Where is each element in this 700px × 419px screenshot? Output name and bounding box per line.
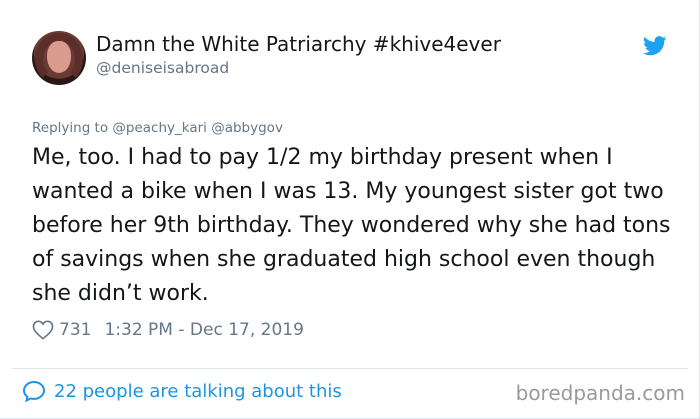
display-name[interactable]: Damn the White Patriarchy #khive4ever bbox=[96, 32, 501, 56]
tweet-card: Damn the White Patriarchy #khive4ever @d… bbox=[0, 0, 700, 419]
heart-icon[interactable] bbox=[32, 320, 54, 340]
talking-label: 22 people are talking about this bbox=[54, 380, 342, 402]
avatar[interactable] bbox=[32, 31, 86, 85]
talking-link[interactable]: 22 people are talking about this bbox=[22, 380, 342, 402]
tweet-text: Me, too. I had to pay 1/2 my birthday pr… bbox=[32, 145, 671, 306]
tweet-meta: 731 1:32 PM - Dec 17, 2019 bbox=[32, 316, 304, 344]
avatar-face bbox=[47, 41, 71, 73]
watermark: boredpanda.com bbox=[515, 381, 685, 405]
replying-to[interactable]: Replying to @peachy_kari @abbygov bbox=[32, 120, 283, 136]
divider bbox=[12, 368, 688, 369]
user-handle[interactable]: @deniseisabroad bbox=[96, 59, 229, 77]
timestamp[interactable]: 1:32 PM - Dec 17, 2019 bbox=[104, 320, 303, 340]
twitter-bird-icon[interactable] bbox=[642, 36, 667, 56]
like-count[interactable]: 731 bbox=[59, 320, 91, 340]
speech-bubble-icon bbox=[22, 380, 46, 402]
